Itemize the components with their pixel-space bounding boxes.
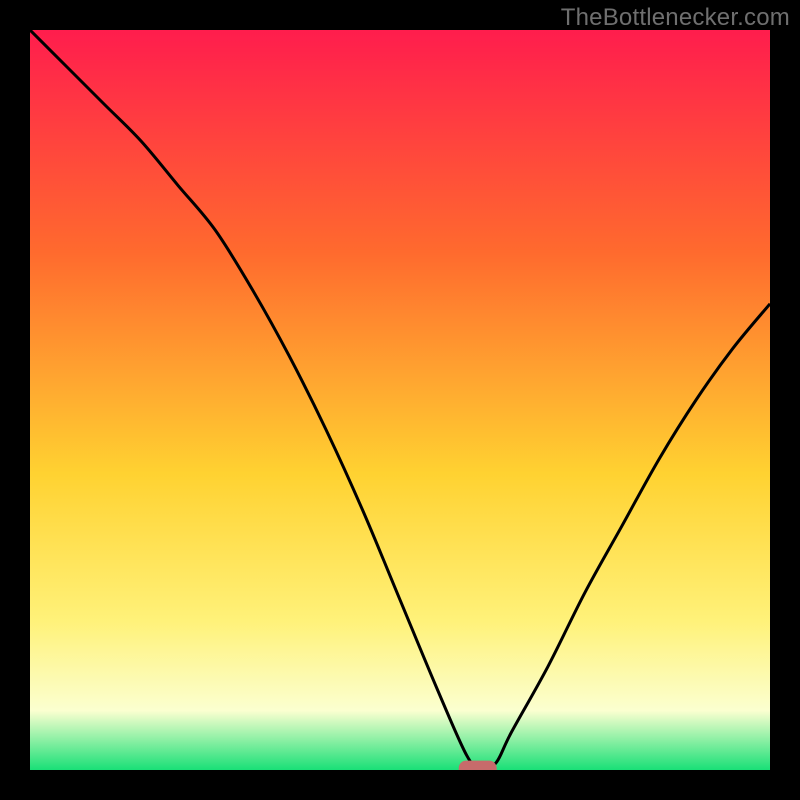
- watermark-label: TheBottlenecker.com: [561, 4, 790, 32]
- optimal-marker: [459, 761, 496, 770]
- plot-area: [30, 30, 770, 770]
- chart-svg: [30, 30, 770, 770]
- chart-frame: TheBottlenecker.com: [0, 0, 800, 800]
